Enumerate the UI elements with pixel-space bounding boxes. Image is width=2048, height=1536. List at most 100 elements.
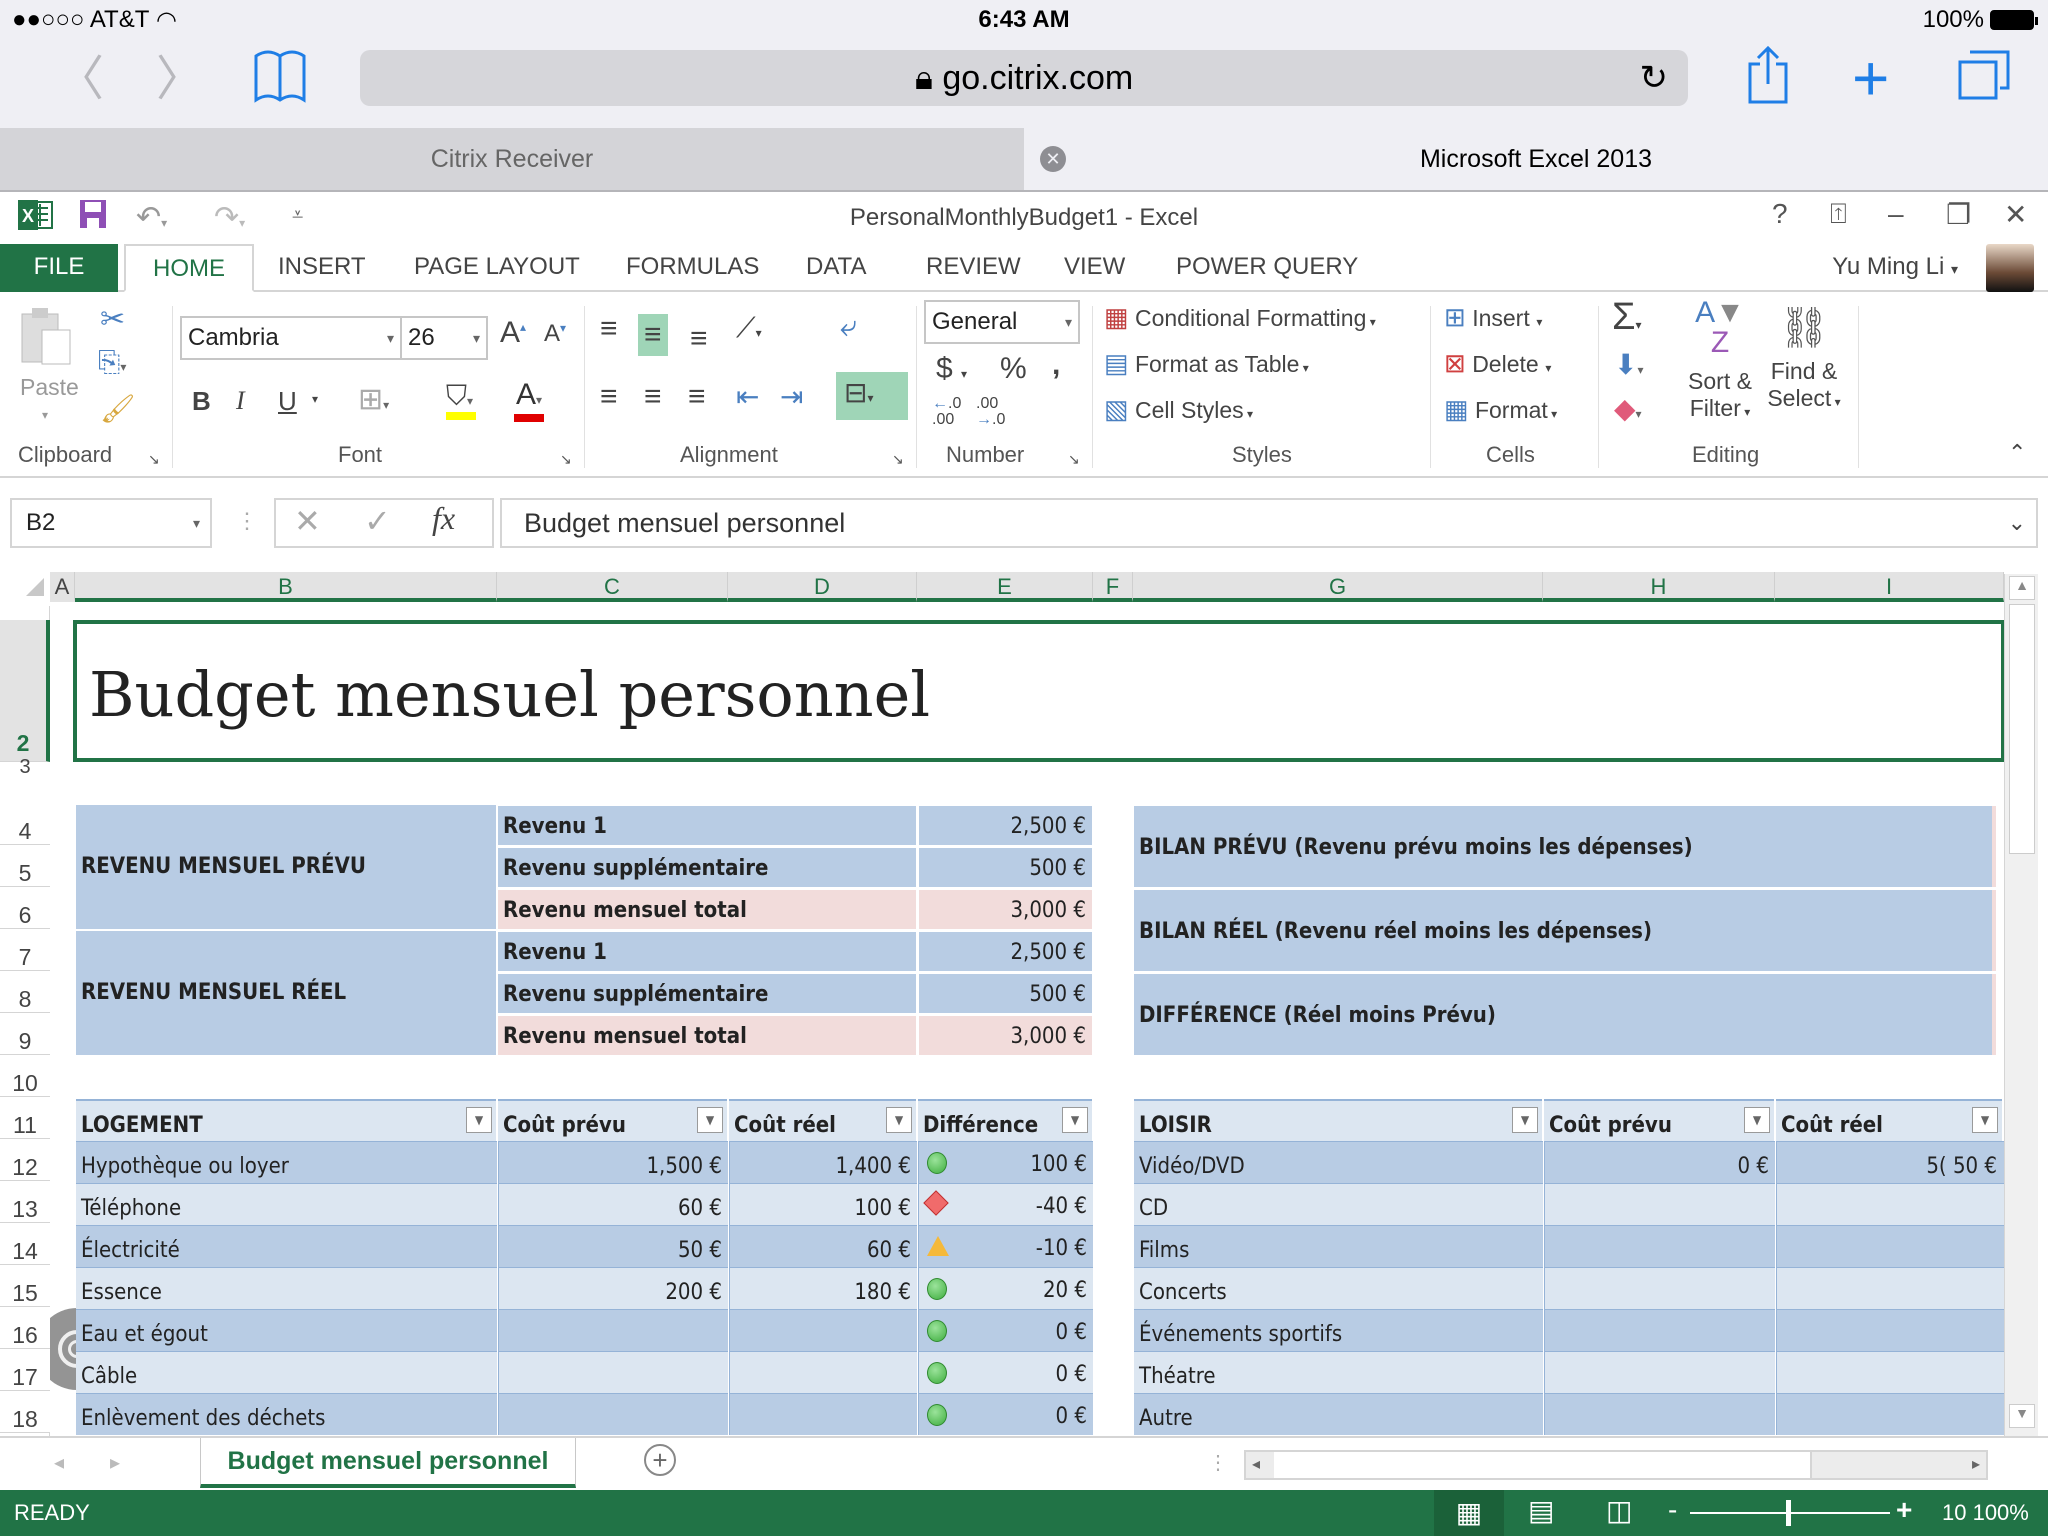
table-row-item[interactable]: CD <box>1134 1183 1543 1225</box>
filter-dropdown-icon[interactable]: ▼ <box>466 1107 492 1133</box>
confirm-entry-icon[interactable]: ✓ <box>364 502 391 540</box>
tab-view[interactable]: VIEW <box>1054 244 1135 292</box>
align-right-icon[interactable]: ≡ <box>688 380 706 414</box>
table-row-difference[interactable]: 0 € <box>918 1393 1093 1435</box>
table-row-difference[interactable]: -10 € <box>918 1225 1093 1267</box>
table-row-item[interactable]: Théatre <box>1134 1351 1543 1393</box>
table-row-actual[interactable]: 100 € <box>729 1183 917 1225</box>
format-painter-icon[interactable]: 🖌︎ <box>100 392 136 425</box>
help-icon[interactable]: ? <box>1772 198 1788 230</box>
actual-income-label[interactable]: REVENU MENSUEL RÉEL <box>76 931 496 1055</box>
normal-view-icon[interactable]: ▦ <box>1434 1490 1504 1536</box>
row-header-18[interactable]: 18 <box>0 1391 50 1433</box>
increase-indent-icon[interactable]: ⇥ <box>780 380 803 413</box>
expand-formula-icon[interactable]: ⌄ <box>2008 500 2026 546</box>
bookmarks-icon[interactable] <box>252 48 308 116</box>
bold-button[interactable]: B <box>192 386 211 417</box>
table-row-item[interactable]: Vidéo/DVD <box>1134 1141 1543 1183</box>
column-header-g[interactable]: G <box>1133 572 1543 602</box>
underline-dropdown-icon[interactable]: ▾ <box>312 392 318 406</box>
format-as-table-button[interactable]: ▤ Format as Table ▾ <box>1104 348 1309 379</box>
clipboard-launcher-icon[interactable]: ↘ <box>148 451 160 468</box>
insert-cells-button[interactable]: ⊞ Insert ▾ <box>1444 302 1542 333</box>
back-button[interactable]: 〈 <box>56 50 104 110</box>
table-row-actual[interactable] <box>1776 1309 2003 1351</box>
zoom-level[interactable]: 10 100% <box>1942 1500 2029 1526</box>
table-header-cell[interactable]: LOISIR ▼ <box>1134 1099 1542 1141</box>
balance-label-cell[interactable]: DIFFÉRENCE (Réel moins Prévu) <box>1134 974 1996 1055</box>
cut-icon[interactable]: ✂ <box>100 302 125 337</box>
tab-splitter-handle[interactable]: ⋮ <box>1208 1450 1228 1475</box>
table-row-actual[interactable] <box>729 1393 917 1435</box>
currency-button[interactable]: $ ▾ <box>936 352 967 386</box>
ribbon-display-icon[interactable]: ⍐ <box>1830 198 1847 231</box>
merge-center-button[interactable]: ⊟▾ <box>836 372 908 420</box>
income-value-cell[interactable]: 3,000 € <box>919 1016 1092 1055</box>
collapse-ribbon-icon[interactable]: ⌃ <box>2008 440 2026 466</box>
minimize-icon[interactable]: – <box>1888 198 1904 230</box>
vertical-scroll-thumb[interactable] <box>2009 604 2035 854</box>
row-header-13[interactable]: 13 <box>0 1181 50 1223</box>
row-header-5[interactable]: 5 <box>0 845 50 887</box>
filter-dropdown-icon[interactable]: ▼ <box>697 1107 723 1133</box>
income-label-cell[interactable]: Revenu supplémentaire <box>498 848 916 887</box>
clear-icon[interactable]: ◆▾ <box>1614 392 1642 425</box>
income-label-cell[interactable]: Revenu supplémentaire <box>498 974 916 1013</box>
next-sheet-icon[interactable]: ▸ <box>110 1450 120 1475</box>
table-row-item[interactable]: Câble <box>76 1351 497 1393</box>
table-row-actual[interactable]: 5( 50 € <box>1776 1141 2003 1183</box>
table-row-item[interactable]: Hypothèque ou loyer <box>76 1141 497 1183</box>
tab-excel[interactable]: Microsoft Excel 2013 <box>1024 128 2048 190</box>
align-left-icon[interactable]: ≡ <box>600 380 618 414</box>
row-header-10[interactable]: 10 <box>0 1055 50 1097</box>
decrease-indent-icon[interactable]: ⇤ <box>736 380 759 413</box>
close-icon[interactable]: ✕ <box>2004 198 2027 231</box>
formula-bar-resize-handle[interactable]: ⋮ <box>236 508 258 534</box>
balance-label-cell[interactable]: BILAN PRÉVU (Revenu prévu moins les dépe… <box>1134 806 1996 887</box>
column-header-i[interactable]: I <box>1775 572 2004 602</box>
row-header-12[interactable]: 12 <box>0 1139 50 1181</box>
paste-dropdown-icon[interactable]: ▾ <box>42 408 48 422</box>
autosum-icon[interactable]: Σ▾ <box>1612 296 1642 339</box>
sheet-tab-active[interactable]: Budget mensuel personnel <box>200 1438 576 1488</box>
row-header-11[interactable]: 11 <box>0 1097 50 1139</box>
align-top-icon[interactable]: ≡ <box>600 312 618 346</box>
number-format-select[interactable]: General ▾ <box>924 300 1080 344</box>
tabs-icon[interactable] <box>1958 50 2010 105</box>
income-label-cell[interactable]: Revenu mensuel total <box>498 1016 916 1055</box>
table-header-cell[interactable]: Coût prévu ▼ <box>1544 1099 1774 1141</box>
tab-review[interactable]: REVIEW <box>916 244 1031 292</box>
table-row-actual[interactable] <box>1776 1351 2003 1393</box>
add-sheet-icon[interactable]: + <box>644 1444 676 1476</box>
font-color-icon[interactable]: A▾ <box>516 378 542 412</box>
row-header-9[interactable]: 9 <box>0 1013 50 1055</box>
decrease-font-icon[interactable]: A▾ <box>544 320 566 348</box>
table-header-cell[interactable]: LOGEMENT ▼ <box>76 1099 496 1141</box>
table-row-actual[interactable]: 1,400 € <box>729 1141 917 1183</box>
table-row-item[interactable]: Autre <box>1134 1393 1543 1435</box>
table-row-planned[interactable] <box>498 1351 728 1393</box>
row-header-14[interactable]: 14 <box>0 1223 50 1265</box>
tab-formulas[interactable]: FORMULAS <box>616 244 769 292</box>
row-header-17[interactable]: 17 <box>0 1349 50 1391</box>
font-launcher-icon[interactable]: ↘ <box>560 451 572 468</box>
table-row-difference[interactable]: 100 € <box>918 1141 1093 1183</box>
decrease-decimal-icon[interactable]: .00 →.0 <box>976 396 1005 428</box>
income-label-cell[interactable]: Revenu mensuel total <box>498 890 916 929</box>
table-row-actual[interactable] <box>1776 1225 2003 1267</box>
column-header-b[interactable]: B <box>75 572 497 602</box>
borders-icon[interactable]: ⊞▾ <box>358 382 389 417</box>
row-header-15[interactable]: 15 <box>0 1265 50 1307</box>
table-row-difference[interactable]: 0 € <box>918 1351 1093 1393</box>
row-header-16[interactable]: 16 <box>0 1307 50 1349</box>
restore-icon[interactable]: ❐ <box>1946 198 1971 231</box>
income-value-cell[interactable]: 2,500 € <box>919 932 1092 971</box>
tab-data[interactable]: DATA <box>796 244 876 292</box>
table-row-actual[interactable] <box>1776 1183 2003 1225</box>
underline-button[interactable]: U <box>278 386 297 417</box>
table-row-planned[interactable] <box>1544 1267 1775 1309</box>
scroll-up-icon[interactable]: ▲ <box>2009 576 2035 600</box>
fill-icon[interactable]: ⬇▾ <box>1614 348 1644 381</box>
tab-home[interactable]: HOME <box>124 244 254 292</box>
table-row-actual[interactable] <box>729 1309 917 1351</box>
